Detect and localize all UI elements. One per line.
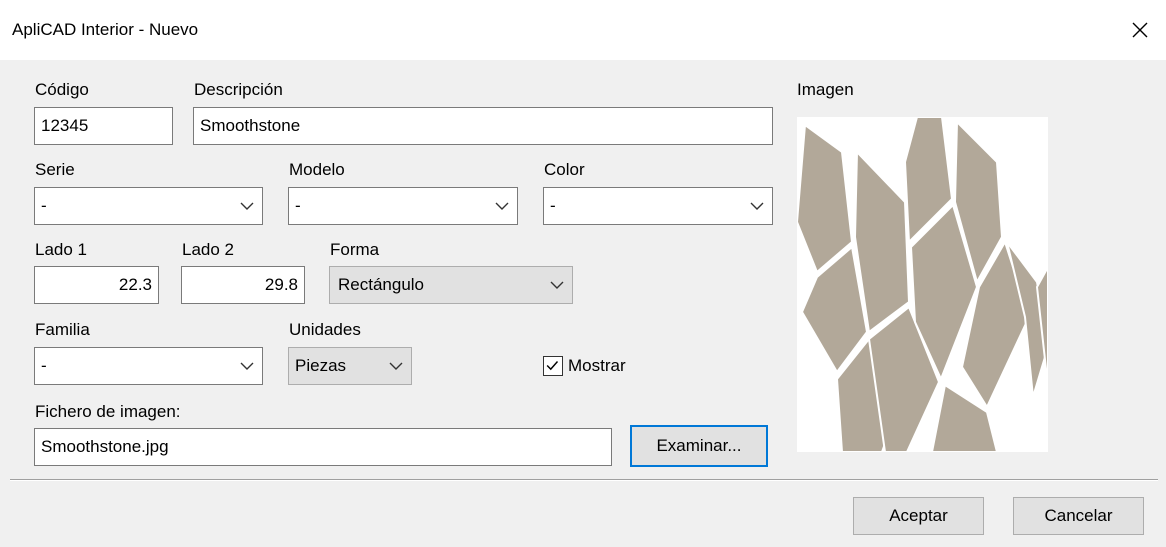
tile-mosaic — [795, 116, 1050, 453]
forma-value: Rectángulo — [338, 275, 425, 294]
stone-tile — [795, 123, 854, 274]
unidades-select[interactable]: Piezas — [288, 347, 412, 385]
window-title: ApliCAD Interior - Nuevo — [12, 20, 199, 39]
cancelar-button[interactable]: Cancelar — [1013, 497, 1144, 535]
tile-preview-image — [795, 116, 1050, 453]
color-label: Color — [544, 160, 585, 179]
lado2-field[interactable]: 29.8 — [181, 266, 305, 304]
modelo-label: Modelo — [289, 160, 345, 179]
familia-select[interactable]: - — [34, 347, 263, 385]
serie-select[interactable]: - — [34, 187, 263, 225]
fichero-label: Fichero de imagen: — [35, 402, 181, 421]
chevron-down-icon — [240, 202, 254, 210]
unidades-label: Unidades — [289, 320, 361, 339]
chevron-down-icon — [240, 362, 254, 370]
title-bar: ApliCAD Interior - Nuevo — [0, 0, 1166, 60]
chevron-down-icon — [495, 202, 509, 210]
familia-value: - — [41, 356, 47, 375]
aceptar-button[interactable]: Aceptar — [853, 497, 984, 535]
serie-label: Serie — [35, 160, 75, 179]
color-select[interactable]: - — [543, 187, 773, 225]
familia-label: Familia — [35, 320, 90, 339]
chevron-down-icon — [389, 362, 403, 370]
unidades-value: Piezas — [295, 356, 347, 375]
descripcion-field[interactable]: Smoothstone — [193, 107, 773, 145]
fichero-field[interactable]: Smoothstone.jpg — [34, 428, 612, 466]
modelo-select[interactable]: - — [288, 187, 518, 225]
imagen-label: Imagen — [797, 80, 854, 99]
codigo-label: Código — [35, 80, 89, 99]
close-icon[interactable] — [1120, 10, 1160, 50]
check-icon — [546, 361, 559, 371]
forma-select[interactable]: Rectángulo — [329, 266, 573, 304]
chevron-down-icon — [750, 202, 764, 210]
codigo-field[interactable]: 12345 — [34, 107, 173, 145]
footer-separator — [10, 479, 1158, 481]
chevron-down-icon — [550, 281, 564, 289]
forma-label: Forma — [330, 240, 380, 259]
mostrar-checkbox[interactable] — [543, 356, 563, 376]
modelo-value: - — [295, 196, 301, 215]
lado1-label: Lado 1 — [35, 240, 87, 259]
color-value: - — [550, 196, 556, 215]
descripcion-label: Descripción — [194, 80, 283, 99]
serie-value: - — [41, 196, 47, 215]
mostrar-label: Mostrar — [568, 356, 626, 375]
examinar-button[interactable]: Examinar... — [630, 425, 768, 467]
lado1-field[interactable]: 22.3 — [34, 266, 159, 304]
lado2-label: Lado 2 — [182, 240, 234, 259]
